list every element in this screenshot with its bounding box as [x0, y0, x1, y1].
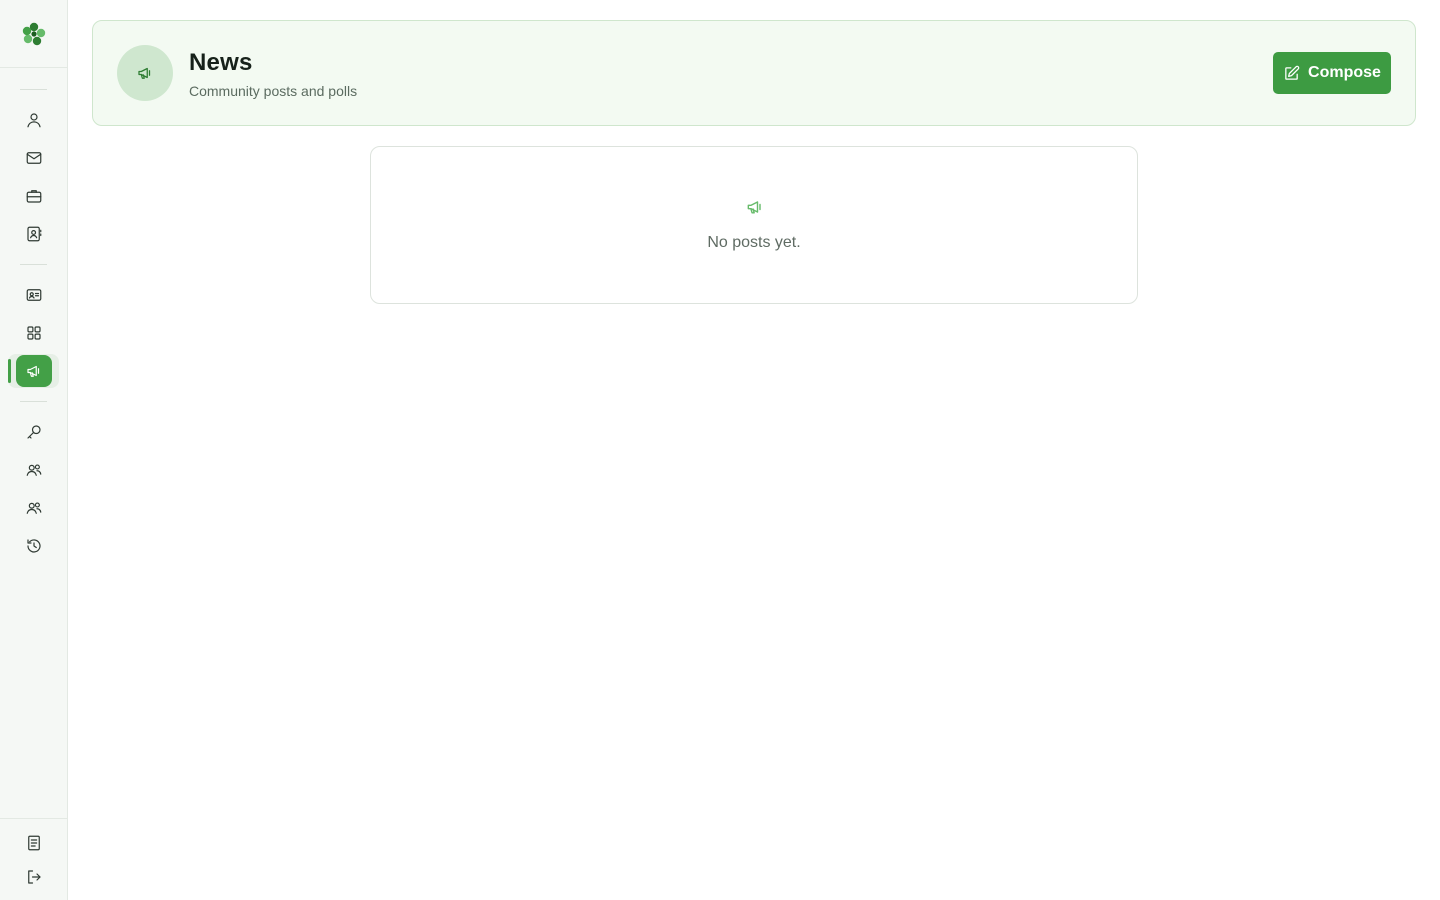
sidebar-divider [20, 264, 47, 265]
document-icon [28, 835, 40, 851]
sidebar-item-messages[interactable] [16, 142, 52, 174]
sidebar-item-jobs[interactable] [16, 180, 52, 212]
page-title: News [189, 49, 253, 76]
sidebar-item-members[interactable] [16, 492, 52, 524]
sidebar [0, 0, 68, 900]
sidebar-item-contacts[interactable] [16, 218, 52, 250]
users-icon [26, 502, 42, 514]
empty-state-icon-wrap [745, 197, 765, 217]
logo[interactable] [0, 0, 67, 68]
contact-book-icon [27, 226, 42, 242]
sidebar-item-docs[interactable] [16, 827, 52, 859]
app: News Community posts and polls Compose N… [0, 0, 1440, 900]
compose-button[interactable]: Compose [1273, 52, 1391, 94]
header-badge [117, 45, 173, 101]
sidebar-bottom-divider [0, 818, 67, 819]
compose-button-label: Compose [1308, 64, 1381, 81]
sidebar-item-profile[interactable] [16, 104, 52, 136]
grid-icon [27, 326, 41, 340]
sidebar-divider [20, 401, 47, 402]
megaphone-icon [747, 201, 761, 214]
mail-icon [26, 152, 42, 164]
active-pill [16, 355, 52, 387]
sidebar-item-id-card[interactable] [16, 279, 52, 311]
empty-state-text: No posts yet. [707, 234, 801, 251]
sidebar-item-news[interactable] [8, 354, 59, 388]
sidebar-item-history[interactable] [16, 530, 52, 562]
id-card-icon [26, 289, 42, 301]
page-header: News Community posts and polls Compose [92, 20, 1416, 126]
megaphone-icon [138, 67, 151, 79]
users-icon [26, 464, 42, 476]
sidebar-divider [20, 89, 47, 90]
sidebar-item-apps[interactable] [16, 317, 52, 349]
sidebar-item-keys[interactable] [16, 416, 52, 448]
active-indicator [8, 359, 11, 383]
megaphone-icon [27, 365, 40, 377]
logout-icon [28, 870, 41, 884]
user-icon [27, 113, 41, 128]
sidebar-item-logout[interactable] [16, 861, 52, 893]
page-subtitle: Community posts and polls [189, 83, 358, 99]
history-icon [27, 539, 41, 553]
edit-icon [1285, 65, 1300, 80]
empty-feed-card: No posts yet. [370, 146, 1138, 304]
briefcase-icon [26, 190, 42, 203]
sidebar-item-groups[interactable] [16, 454, 52, 486]
key-icon [27, 425, 41, 439]
clover-logo-icon [22, 22, 45, 45]
